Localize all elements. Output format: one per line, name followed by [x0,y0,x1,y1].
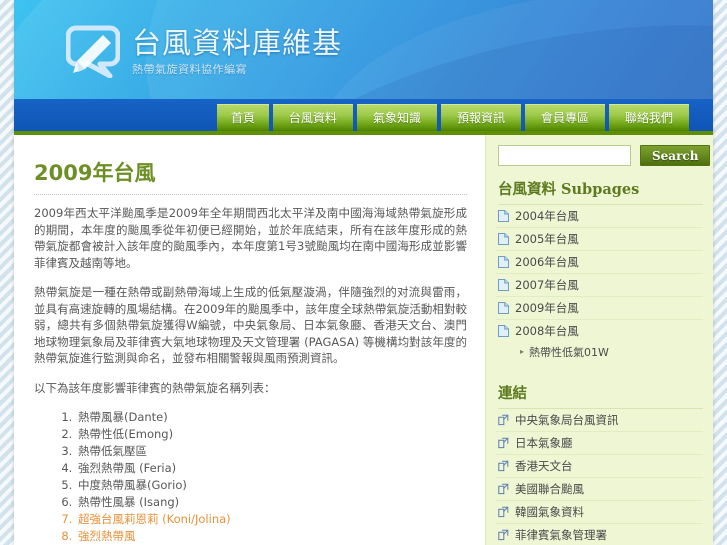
sidebar-item-label: 2007年台風 [515,278,579,292]
search-box: Search [498,145,711,166]
storm-name: 熱帶性低 [78,427,124,441]
speech-bubble-pencil-icon [65,22,121,79]
storm-name: 熱帶低氣壓區 [78,444,147,458]
sidebar-item-subpage-2006[interactable]: 2006年台風 [496,251,703,274]
storm-alias: (Dante) [124,410,168,424]
nav-tab-members[interactable]: 會員專區 [524,104,605,131]
sidebar-section-gap [496,362,703,376]
sidebar-link-label: 韓國氣象資料 [515,505,584,519]
subpages-list: 2004年台風 2005年台風 2006年台風 2007年台風 2009年台風 … [496,205,703,362]
page-icon [498,210,509,222]
sidebar-link-jtwc[interactable]: 美國聯合颱風 [496,478,703,501]
page-icon [498,302,509,314]
sidebar-link-pagasa[interactable]: 菲律賓氣象管理署 [496,524,703,545]
list-item: 熱帶低氣壓區 [76,443,467,460]
sidebar-link-cwb[interactable]: 中央氣象局台風資訊 [496,409,703,432]
sidebar-item-subpage-2005[interactable]: 2005年台風 [496,228,703,251]
sidebar-link-label: 日本氣象廳 [515,436,573,450]
sidebar-subitem-label: 熱帶性低氣01W [529,346,609,359]
storm-alias: (Isang) [135,495,180,509]
external-link-icon [498,483,509,495]
sidebar-item-subpage-2004[interactable]: 2004年台風 [496,205,703,228]
list-item: 熱帶風暴(Dante) [76,409,467,426]
nav-tab-list: 首頁 台風資料 氣象知識 預報資訊 會員專區 聯絡我們 [213,104,713,131]
external-link-icon [498,506,509,518]
nav-tab-forecast[interactable]: 預報資訊 [440,104,521,131]
sidebar-item-label: 2005年台風 [515,232,579,246]
page-icon [498,279,509,291]
storm-alias[interactable]: (Koni/Jolina) [159,512,231,526]
triangle-right-icon: ▸ [520,347,525,356]
page-container: 台風資料庫維基 熱帶氣旋資料協作編寫 首頁 台風資料 氣象知識 預報資訊 會員專… [14,0,713,545]
nav-tab-contact[interactable]: 聯絡我們 [608,104,689,131]
search-input[interactable] [498,145,631,166]
article-paragraph-1: 2009年西太平洋颱風季是2009年全年期間西北太平洋及南中國海海域熱帶氣旋形成… [34,206,467,270]
list-item: 強烈熱帶風 (Feria) [76,460,467,477]
site-title-block: 台風資料庫維基 熱帶氣旋資料協作編寫 [132,22,342,77]
list-item-link[interactable]: 強烈熱帶風 [76,528,467,545]
external-link-icon [498,529,509,541]
site-title: 台風資料庫維基 [132,26,343,60]
nav-tab-home[interactable]: 首頁 [216,104,269,131]
sidebar-link-hko[interactable]: 香港天文台 [496,455,703,478]
sidebar-link-label: 美國聯合颱風 [515,482,584,496]
page-icon [498,325,509,337]
sidebar-item-subpage-2009[interactable]: 2009年台風 [496,297,703,320]
body-layout: 2009年台風 2009年西太平洋颱風季是2009年全年期間西北太平洋及南中國海… [14,135,713,545]
site-header: 台風資料庫維基 熱帶氣旋資料協作編寫 首頁 台風資料 氣象知識 預報資訊 會員專… [14,0,713,131]
sidebar-item-subpage-2008[interactable]: 2008年台風 [496,320,703,342]
sidebar-item-label: 2008年台風 [515,324,579,338]
main-content: 2009年台風 2009年西太平洋颱風季是2009年全年期間西北太平洋及南中國海… [14,135,485,545]
external-link-icon [498,414,509,426]
search-button[interactable]: Search [640,145,711,166]
sidebar-link-kma[interactable]: 韓國氣象資料 [496,501,703,524]
storm-name: 熱帶風暴 [78,410,124,424]
storm-alias: (Emong) [124,427,174,441]
main-navigation: 首頁 台風資料 氣象知識 預報資訊 會員專區 聯絡我們 [14,99,713,131]
nav-tab-typhoon-data[interactable]: 台風資料 [272,104,353,131]
list-item: 熱帶性風暴 (Isang) [76,494,467,511]
storm-name[interactable]: 強烈熱帶風 [78,529,136,543]
storm-name: 中度熱帶風暴 [78,478,147,492]
site-branding: 台風資料庫維基 熱帶氣旋資料協作編寫 [65,22,342,79]
subpages-heading: 台風資料 Subpages [498,178,703,205]
nav-tab-weather-knowledge[interactable]: 氣象知識 [356,104,437,131]
list-intro-text: 以下為該年度影響菲律賓的熱帶氣旋名稱列表： [34,380,276,395]
sidebar-item-label: 2006年台風 [515,255,579,269]
sidebar-item-subpage-2007[interactable]: 2007年台風 [496,274,703,297]
storm-alias: (Gorio) [147,478,187,492]
list-item-link[interactable]: 超強台風莉恩莉 (Koni/Jolina) [76,511,467,528]
storm-name: 熱帶性風暴 [78,495,136,509]
sidebar-item-label: 2009年台風 [515,301,579,315]
page-title: 2009年台風 [34,157,467,195]
links-heading: 連結 [498,382,703,409]
sidebar-link-label: 香港天文台 [515,459,573,473]
sidebar-link-jma[interactable]: 日本氣象廳 [496,432,703,455]
list-item: 中度熱帶風暴(Gorio) [76,477,467,494]
site-subtitle: 熱帶氣旋資料協作編寫 [132,63,247,76]
page-icon [498,233,509,245]
sidebar-subitem-01w[interactable]: ▸ 熱帶性低氣01W [496,342,703,362]
page-icon [498,256,509,268]
external-link-icon [498,437,509,449]
sidebar-item-label: 2004年台風 [515,209,579,223]
list-item: 熱帶性低(Emong) [76,426,467,443]
links-list: 中央氣象局台風資訊 日本氣象廳 香港天文台 美國聯合颱風 韓國氣象資料 菲律賓氣… [496,409,703,545]
sidebar-link-label: 菲律賓氣象管理署 [515,528,607,542]
article-paragraph-2: 熱帶氣旋是一種在熱帶或副熱帶海域上生成的低氣壓漩渦，伴隨強烈的对流與雷雨，並具有… [34,285,467,365]
storm-alias: (Feria) [135,461,177,475]
storm-list: 熱帶風暴(Dante) 熱帶性低(Emong) 熱帶低氣壓區 強烈熱帶風 (Fe… [34,409,467,545]
storm-name: 強烈熱帶風 [78,461,136,475]
sidebar: Search 台風資料 Subpages 2004年台風 2005年台風 200… [485,135,713,545]
external-link-icon [498,460,509,472]
storm-name[interactable]: 超強台風莉恩莉 [78,512,159,526]
sidebar-link-label: 中央氣象局台風資訊 [515,413,619,427]
